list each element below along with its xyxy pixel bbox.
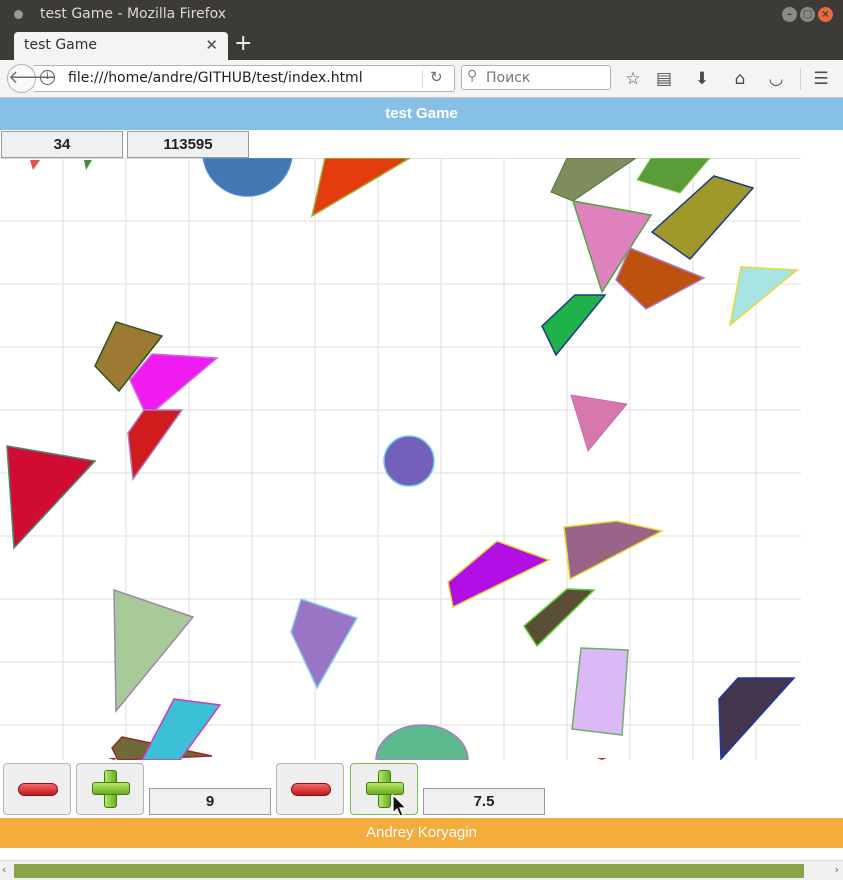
shape [383, 435, 435, 487]
download-icon[interactable]: ⬇ [691, 68, 713, 90]
search-icon: ⚲ [467, 68, 478, 84]
scroll-left-icon[interactable]: ‹ [2, 863, 6, 876]
score-box-left: 34 [1, 131, 123, 158]
reload-icon[interactable]: ↻ [430, 68, 443, 86]
game-scene [0, 158, 801, 760]
shape [550, 158, 637, 202]
minimize-button[interactable]: – [782, 7, 797, 22]
shape [597, 758, 607, 760]
shape [541, 294, 607, 357]
page-title: test Game [0, 98, 843, 130]
shape [570, 394, 628, 453]
minus-icon [291, 783, 331, 796]
shape [571, 647, 629, 736]
search-input[interactable] [486, 69, 606, 87]
home-icon[interactable]: ⌂ [729, 68, 751, 90]
shape [141, 698, 222, 760]
shape [563, 520, 665, 581]
shape [290, 598, 359, 690]
shape [113, 588, 195, 714]
back-icon: 🡐 [8, 67, 57, 88]
new-tab-button[interactable]: + [234, 32, 252, 56]
shape [728, 266, 799, 327]
shape [6, 445, 97, 550]
shape [375, 724, 469, 760]
close-tab-icon[interactable]: ✕ [205, 36, 218, 54]
reading-list-icon[interactable]: ▤ [653, 68, 675, 90]
shape [129, 353, 219, 419]
plus-horizontal-bar [92, 782, 130, 795]
url-bar[interactable]: i file:///home/andre/GITHUB/test/index.h… [34, 65, 455, 92]
scroll-right-icon[interactable]: › [835, 863, 839, 876]
url-divider [422, 70, 423, 88]
page-footer: Andrey Koryagin [0, 818, 843, 848]
value-b-display: 7.5 [423, 788, 545, 815]
mouse-cursor-icon [392, 794, 408, 817]
bookmark-star-icon[interactable]: ☆ [622, 68, 644, 90]
value-a-display: 9 [149, 788, 271, 815]
navigation-toolbar: i file:///home/andre/GITHUB/test/index.h… [0, 60, 843, 98]
increase-a-button[interactable] [76, 763, 144, 815]
search-bar[interactable]: ⚲ [461, 65, 611, 90]
shape [447, 540, 551, 609]
back-button[interactable]: 🡐 [7, 64, 56, 93]
window-title: test Game - Mozilla Firefox [40, 6, 226, 22]
minus-icon [18, 783, 58, 796]
game-canvas[interactable] [0, 158, 843, 760]
shape [636, 158, 711, 194]
tab-label: test Game [24, 37, 98, 53]
shape [30, 160, 40, 170]
close-window-button[interactable]: × [818, 7, 833, 22]
toolbar-divider [800, 68, 801, 90]
decrease-a-button[interactable] [3, 763, 71, 815]
url-text[interactable]: file:///home/andre/GITHUB/test/index.htm… [68, 70, 363, 86]
app-menu-icon[interactable] [14, 10, 23, 19]
window-titlebar: test Game - Mozilla Firefox – □ × [0, 0, 843, 30]
tab-test-game[interactable]: test Game ✕ [14, 32, 228, 60]
maximize-button[interactable]: □ [800, 7, 815, 22]
shape [108, 758, 118, 760]
score-box-right: 113595 [127, 131, 249, 158]
menu-icon[interactable]: ☰ [810, 68, 832, 90]
shape [310, 158, 412, 218]
tab-strip: test Game ✕ + [0, 30, 843, 60]
horizontal-scrollbar[interactable]: ‹ › [0, 860, 843, 880]
shape [84, 160, 92, 170]
shape [127, 409, 184, 482]
scrollbar-thumb[interactable] [14, 864, 804, 878]
pocket-icon[interactable]: ◡ [765, 68, 787, 90]
decrease-b-button[interactable] [276, 763, 344, 815]
shape [523, 588, 596, 648]
shape [202, 158, 293, 197]
